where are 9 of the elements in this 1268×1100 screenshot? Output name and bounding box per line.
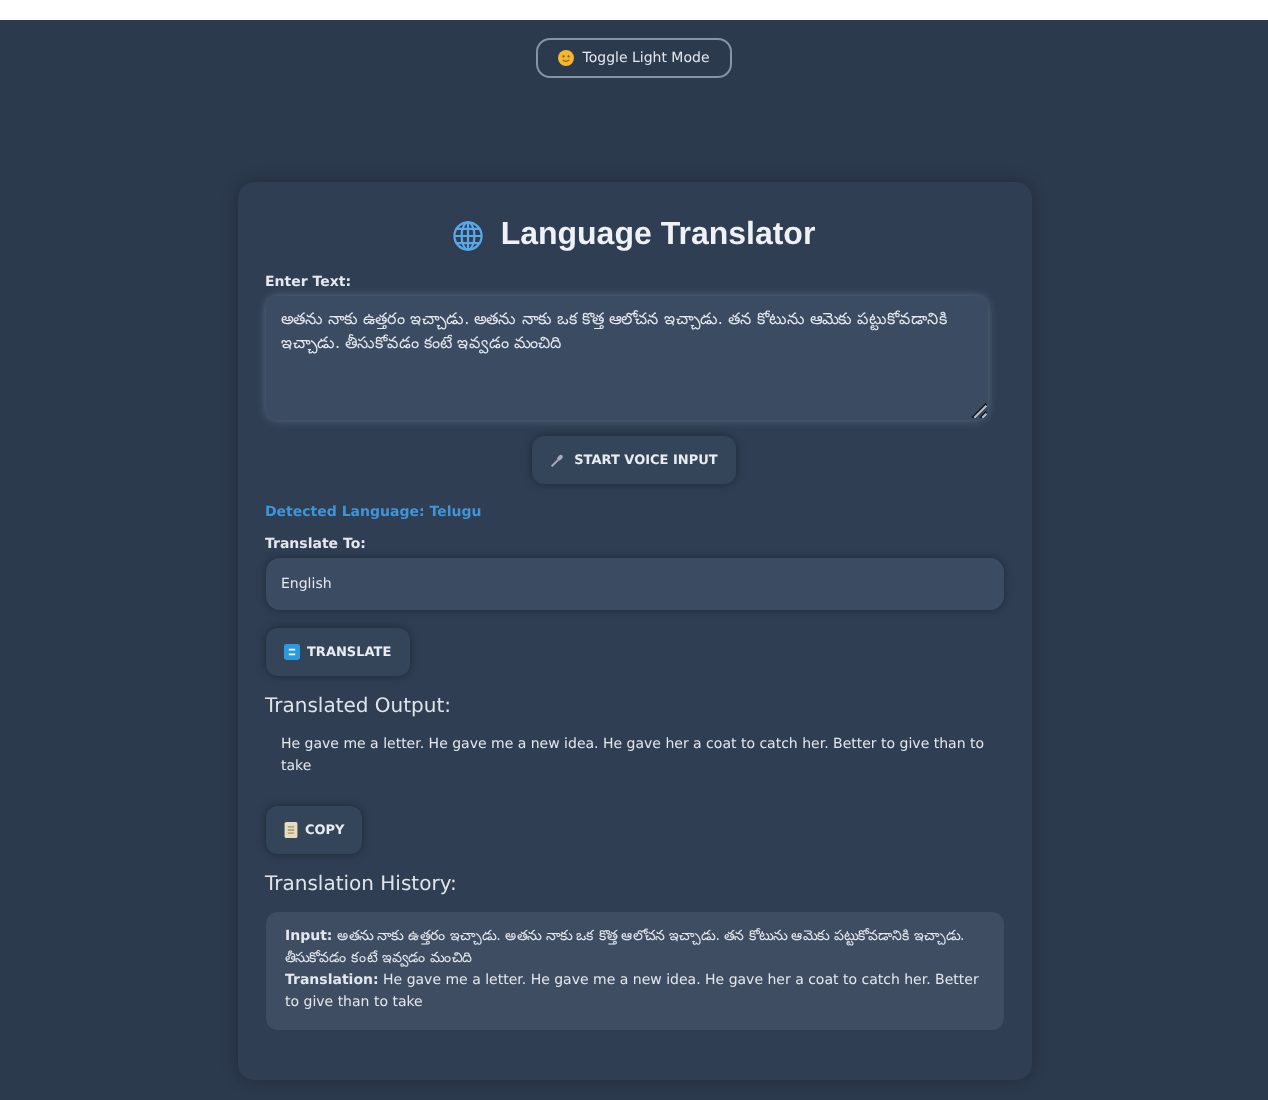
translate-icon <box>283 644 299 660</box>
app-title: Language Translator <box>500 218 816 254</box>
smiley-icon <box>558 50 575 66</box>
clipboard-icon <box>283 822 297 839</box>
section-heading: Translation History: <box>265 874 459 897</box>
section-heading: Translated Output: <box>265 696 454 718</box>
microphone-icon <box>550 452 567 468</box>
globe-icon <box>452 220 485 252</box>
text-input-field[interactable]: అతను నాకు ఉత్తరం ఇచ్చాడు. అతను నాకు ఒక కొత్త ఆలోచన ఇచ్చాడు. తన కోటును ఆమెకు పట్టుకోవడానికి ఇచ్చాడు. తీసుకోవడం కంటే ఇవ్వడం మంచిది <box>265 296 987 420</box>
